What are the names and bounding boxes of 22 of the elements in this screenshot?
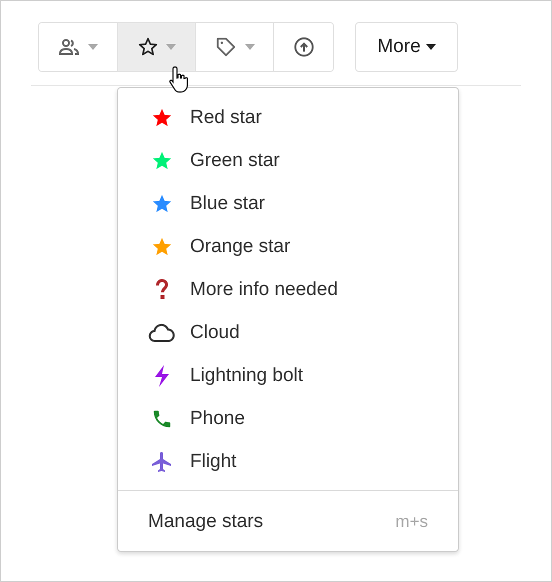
menu-item[interactable]: More info needed	[118, 268, 458, 311]
upload-icon	[292, 36, 314, 58]
toolbar-button[interactable]	[117, 23, 195, 71]
caret-icon	[426, 44, 436, 50]
more-button[interactable]: More	[355, 22, 458, 72]
people-icon	[58, 38, 80, 56]
menu-item[interactable]: Phone	[118, 397, 458, 440]
menu-item[interactable]: Red star	[118, 96, 458, 139]
caret-icon	[166, 44, 176, 50]
menu-item[interactable]: Flight	[118, 440, 458, 483]
menu-item[interactable]: Manage stars m+s	[118, 500, 458, 543]
menu-item[interactable]: Cloud	[118, 311, 458, 354]
menu-item[interactable]: Blue star	[118, 182, 458, 225]
caret-icon	[244, 44, 254, 50]
caret-icon	[88, 44, 98, 50]
toolbar-button[interactable]	[273, 23, 333, 71]
tag-icon	[214, 36, 236, 58]
menu-item[interactable]: Orange star	[118, 225, 458, 268]
menu-item[interactable]: Lightning bolt	[118, 354, 458, 397]
menu-item[interactable]: Green star	[118, 139, 458, 182]
star-icon	[138, 37, 158, 57]
shortcut-hint: m+s	[395, 512, 428, 532]
